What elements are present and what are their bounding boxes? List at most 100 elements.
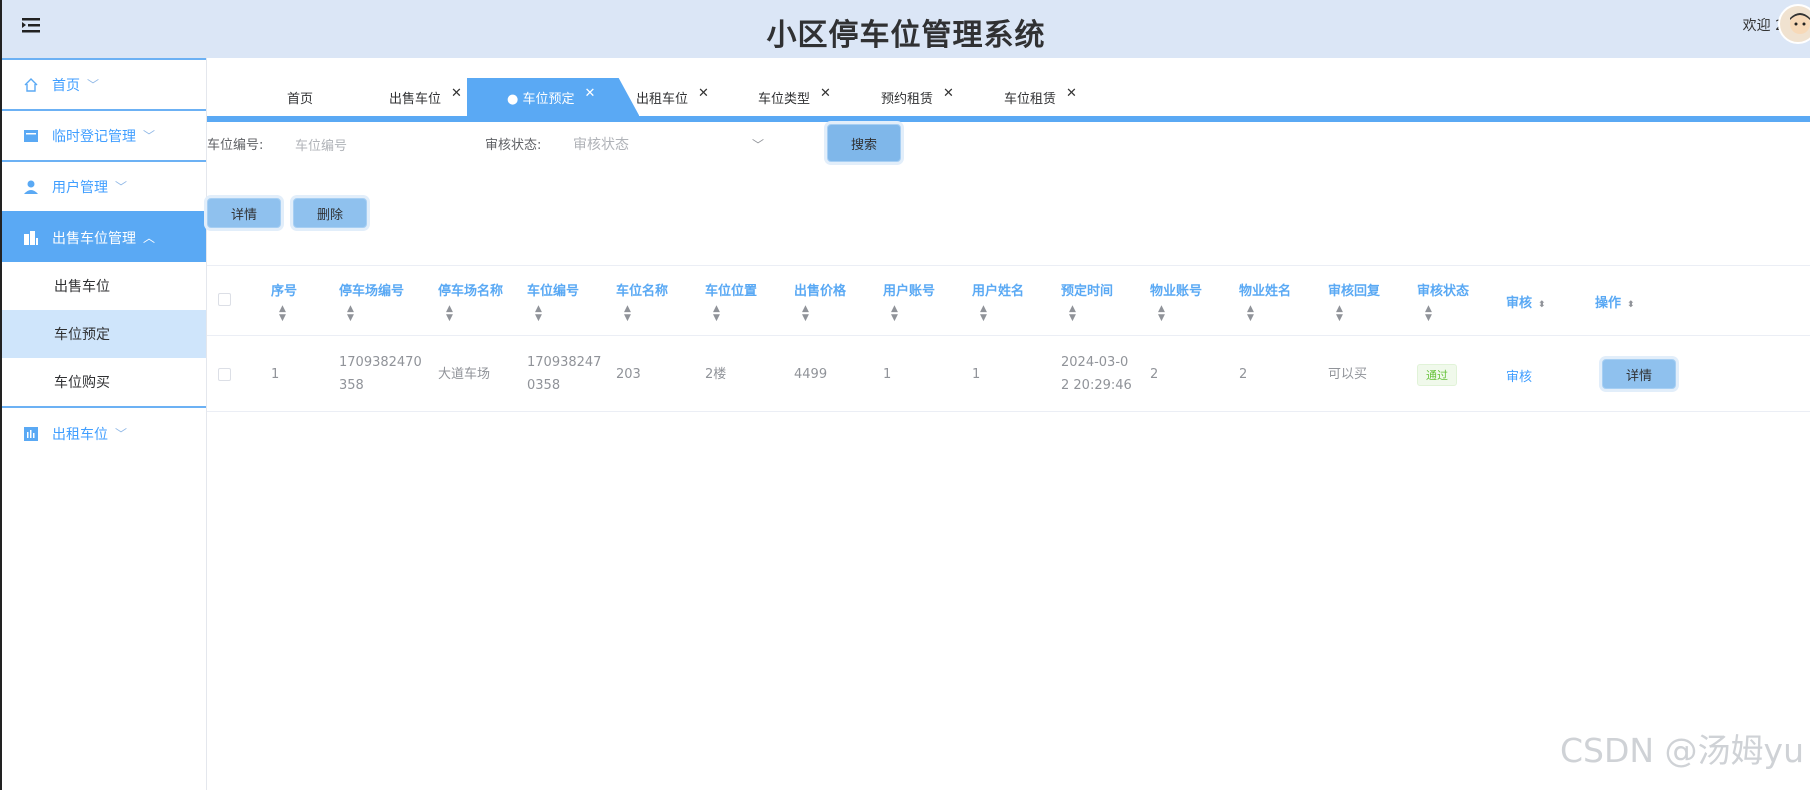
- chevron-down-icon: ﹀: [115, 180, 128, 194]
- cell-reserve-time: 2024-03-0 2 20:29:46: [1061, 355, 1132, 393]
- cell-lot-name: 大道车场: [438, 367, 491, 382]
- sort-icon: ▲ ▼: [891, 304, 898, 323]
- cell-lot-no: 1709382470 358: [339, 355, 422, 393]
- status-select[interactable]: 审核状态: [573, 130, 763, 158]
- col-pm-account[interactable]: 物业账号 ▲ ▼: [1150, 280, 1202, 323]
- sidebar: 首页 ﹀ 临时登记管理 ﹀ 用户管理 ﹀ 出售车位管理 ︿ 出售车位 车位预定 …: [0, 58, 207, 790]
- close-icon[interactable]: ✕: [943, 86, 954, 101]
- review-link[interactable]: 审核: [1506, 366, 1532, 385]
- tab-spot-type[interactable]: 车位类型 ✕: [758, 78, 831, 116]
- col-spot-no[interactable]: 车位编号 ▲ ▼: [527, 280, 579, 323]
- sort-icon: ▲ ▼: [446, 304, 453, 323]
- sidebar-submenu: 出售车位 车位预定 车位购买: [2, 262, 206, 408]
- col-review[interactable]: 审核 ⬍: [1506, 292, 1546, 311]
- table-row[interactable]: 1 1709382470 358 大道车场 170938247 0358 203 2…: [207, 335, 1810, 412]
- cell-user-account: 1: [883, 367, 892, 382]
- sort-icon: ▲ ▼: [624, 304, 631, 323]
- tab-rent-spot[interactable]: 出租车位 ✕: [636, 78, 709, 116]
- spot-no-input[interactable]: 车位编号: [295, 130, 465, 158]
- cell-spot-name: 203: [616, 367, 641, 382]
- cell-pm-name: 2: [1239, 367, 1248, 382]
- sidebar-item-rent-spot[interactable]: 出租车位 ﹀: [2, 408, 206, 459]
- col-user-name[interactable]: 用户姓名 ▲ ▼: [972, 280, 1024, 323]
- chevron-up-icon: ︿: [143, 231, 156, 245]
- tab-label: 出售车位: [389, 91, 442, 107]
- sidebar-item-users[interactable]: 用户管理 ﹀: [2, 160, 206, 211]
- cell-index: 1: [271, 367, 280, 382]
- col-user-account[interactable]: 用户账号 ▲ ▼: [883, 280, 935, 323]
- tab-home[interactable]: 首页: [287, 78, 313, 116]
- cell-spot-no: 170938247 0358: [527, 355, 602, 393]
- sidebar-subitem-spot-reservation[interactable]: 车位预定: [2, 310, 206, 358]
- select-all-checkbox[interactable]: [218, 293, 231, 306]
- row-detail-button[interactable]: 详情: [1602, 359, 1676, 389]
- col-lot-no[interactable]: 停车场编号 ▲ ▼: [339, 280, 404, 323]
- cell-position: 2楼: [705, 367, 727, 382]
- sort-icon: ▲ ▼: [1336, 304, 1343, 323]
- chart-icon: [22, 425, 40, 443]
- col-review-reply[interactable]: 审核回复 ▲ ▼: [1328, 280, 1380, 323]
- tab-spot-rental[interactable]: 车位租赁 ✕: [1004, 78, 1077, 116]
- status-label: 审核状态:: [485, 138, 542, 153]
- sidebar-subitem-sale-spot[interactable]: 出售车位: [2, 262, 206, 310]
- top-header: 小区停车位管理系统 欢迎 2: [0, 0, 1810, 58]
- watermark: CSDN @汤姆yu: [1559, 731, 1804, 770]
- col-index[interactable]: 序号 ▲ ▼: [271, 280, 297, 323]
- sort-icon: ⬍: [1538, 300, 1546, 310]
- col-position[interactable]: 车位位置 ▲ ▼: [705, 280, 757, 323]
- sidebar-subitem-spot-purchase[interactable]: 车位购买: [2, 358, 206, 406]
- tab-bar: 首页 出售车位 ✕ ● 车位预定 ✕ 出租车位 ✕ 车位类型 ✕ 预约租赁 ✕ …: [207, 58, 1810, 122]
- tab-label: 车位类型: [758, 91, 811, 107]
- close-icon[interactable]: ✕: [584, 86, 595, 101]
- col-operation[interactable]: 操作 ⬍: [1595, 292, 1635, 311]
- tab-spot-reservation[interactable]: ● 车位预定 ✕: [467, 78, 640, 116]
- close-icon[interactable]: ✕: [451, 86, 462, 101]
- col-lot-name[interactable]: 停车场名称 ▲ ▼: [438, 280, 503, 323]
- sidebar-subitem-label: 出售车位: [54, 279, 110, 295]
- delete-button[interactable]: 删除: [293, 198, 367, 228]
- table-header: 序号 ▲ ▼ 停车场编号 ▲ ▼ 停车场名称 ▲ ▼ 车位编号 ▲ ▼ 车位名称 ▲ ▼ 车位位置 ▲…: [207, 265, 1810, 335]
- user-icon: [22, 178, 40, 196]
- cell-pm-account: 2: [1150, 367, 1159, 382]
- col-reserve-time[interactable]: 预定时间 ▲ ▼: [1061, 280, 1113, 323]
- search-button[interactable]: 搜索: [827, 124, 901, 162]
- system-title: 小区停车位管理系统: [766, 18, 1046, 53]
- cell-review-reply: 可以买: [1328, 367, 1368, 382]
- sort-icon: ▲ ▼: [1425, 304, 1432, 323]
- close-icon[interactable]: ✕: [698, 86, 709, 101]
- sidebar-item-home[interactable]: 首页 ﹀: [2, 58, 206, 109]
- chevron-down-icon: ﹀: [87, 78, 100, 92]
- detail-button[interactable]: 详情: [207, 198, 281, 228]
- sort-icon: ▲ ▼: [535, 304, 542, 323]
- sidebar-item-label: 用户管理: [52, 179, 108, 196]
- col-review-status[interactable]: 审核状态 ▲ ▼: [1417, 280, 1469, 323]
- col-price[interactable]: 出售价格 ▲ ▼: [794, 280, 846, 323]
- sort-icon: ▲ ▼: [347, 304, 354, 323]
- col-spot-name[interactable]: 车位名称 ▲ ▼: [616, 280, 668, 323]
- tab-label: 出租车位: [636, 91, 689, 107]
- sidebar-item-sale-spot-mgmt[interactable]: 出售车位管理 ︿: [2, 211, 206, 262]
- tab-label: 预约租赁: [881, 91, 934, 107]
- close-icon[interactable]: ✕: [1066, 86, 1077, 101]
- tab-reservation-rental[interactable]: 预约租赁 ✕: [881, 78, 954, 116]
- sort-icon: ▲ ▼: [713, 304, 720, 323]
- sidebar-subitem-label: 车位购买: [54, 375, 110, 391]
- sort-icon: ▲ ▼: [980, 304, 987, 323]
- sort-icon: ▲ ▼: [802, 304, 809, 323]
- row-checkbox[interactable]: [218, 368, 231, 381]
- register-icon: [22, 127, 40, 145]
- avatar[interactable]: [1778, 4, 1810, 44]
- reservation-table: 序号 ▲ ▼ 停车场编号 ▲ ▼ 停车场名称 ▲ ▼ 车位编号 ▲ ▼ 车位名称 ▲ ▼ 车位位置 ▲…: [207, 265, 1810, 412]
- tab-sale-spot[interactable]: 出售车位 ✕: [389, 78, 462, 116]
- sidebar-item-label: 首页: [52, 77, 80, 94]
- sort-icon: ▲ ▼: [279, 304, 286, 323]
- close-icon[interactable]: ✕: [820, 86, 831, 101]
- sort-icon: ▲ ▼: [1069, 304, 1076, 323]
- sidebar-subitem-label: 车位预定: [54, 327, 110, 343]
- chevron-down-icon: ﹀: [143, 129, 156, 143]
- sidebar-item-temp-register[interactable]: 临时登记管理 ﹀: [2, 109, 206, 160]
- col-pm-name[interactable]: 物业姓名 ▲ ▼: [1239, 280, 1291, 323]
- sort-icon: ⬍: [1627, 300, 1635, 310]
- sort-icon: ▲ ▼: [1158, 304, 1165, 323]
- status-badge: 通过: [1417, 364, 1457, 386]
